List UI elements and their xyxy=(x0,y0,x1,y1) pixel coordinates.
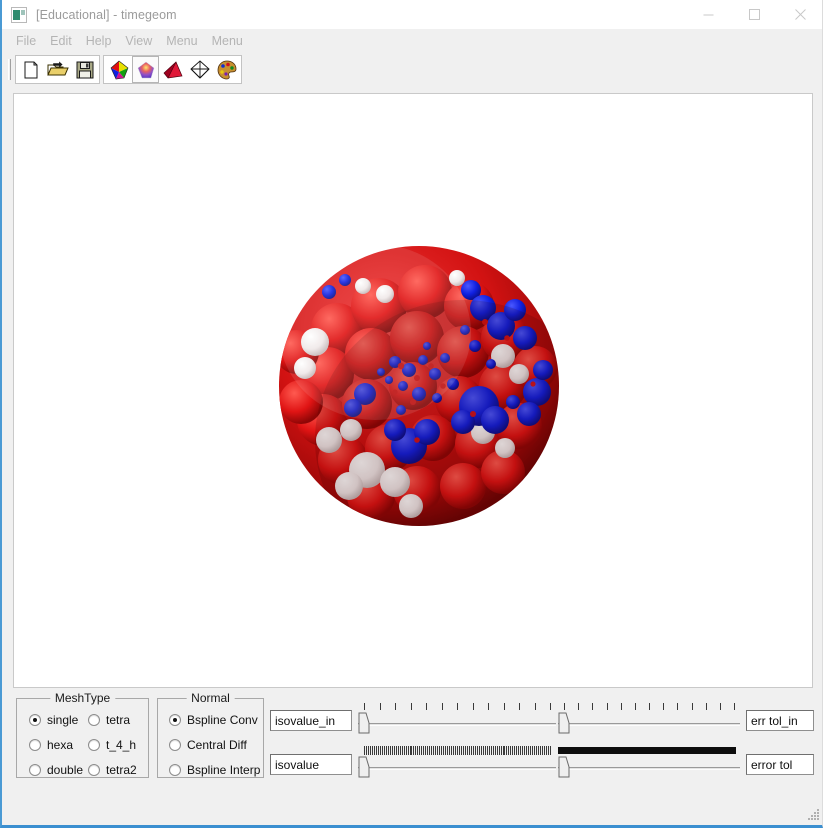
radio-indicator-tetra2 xyxy=(88,764,100,776)
menu-item-file[interactable]: File xyxy=(9,31,43,51)
menu-item-menu-1[interactable]: Menu xyxy=(159,31,204,51)
smooth-shaded-mesh-icon[interactable] xyxy=(132,56,159,83)
slider-track[interactable] xyxy=(358,723,556,726)
close-icon[interactable] xyxy=(777,0,822,29)
title-bar: [Educational] - timegeom xyxy=(2,0,822,29)
radio-indicator-central-diff xyxy=(169,739,181,751)
radio-bspline-interp[interactable]: Bspline Interp xyxy=(169,763,260,777)
radio-t4h[interactable]: t_4_h xyxy=(88,738,136,752)
radio-label-bspline-conv: Bspline Conv xyxy=(187,713,258,727)
radio-indicator-t4h xyxy=(88,739,100,751)
radio-label-double: double xyxy=(47,763,84,777)
toolbar-grip[interactable] xyxy=(8,59,11,80)
toolbar xyxy=(2,53,822,86)
minimize-icon[interactable] xyxy=(685,0,731,29)
app-icon xyxy=(11,6,27,23)
radio-single[interactable]: single xyxy=(29,713,78,727)
radio-double[interactable]: double xyxy=(29,763,83,777)
slider-track[interactable] xyxy=(558,767,740,770)
slider-track[interactable] xyxy=(558,723,740,726)
radio-indicator-double xyxy=(29,764,41,776)
radio-bspline-conv[interactable]: Bspline Conv xyxy=(169,713,258,727)
slider-thumb[interactable] xyxy=(558,756,570,778)
radio-label-central-diff: Central Diff xyxy=(187,738,247,752)
molecular-surface[interactable] xyxy=(267,234,577,544)
radio-hexa[interactable]: hexa xyxy=(29,738,73,752)
slider-track[interactable] xyxy=(358,767,556,770)
isovalue-slider-left[interactable] xyxy=(358,746,556,784)
isovalue-field[interactable]: isovalue xyxy=(270,754,352,775)
normal-group-title: Normal xyxy=(186,691,235,705)
window-title: [Educational] - timegeom xyxy=(36,7,177,22)
radio-indicator-bspline-conv xyxy=(169,714,181,726)
slider-ticks-solid xyxy=(558,747,736,754)
radio-indicator-hexa xyxy=(29,739,41,751)
slider-ticks-dense xyxy=(358,746,556,755)
control-panel: MeshType single tetra hexa t_4_h double xyxy=(2,690,822,825)
toolbar-group-file xyxy=(15,55,100,84)
radio-label-single: single xyxy=(47,713,79,727)
isovalue-in-slider-left[interactable] xyxy=(358,702,556,740)
radio-tetra[interactable]: tetra xyxy=(88,713,130,727)
radio-label-hexa: hexa xyxy=(47,738,74,752)
3d-render-view[interactable] xyxy=(13,93,813,688)
new-file-icon[interactable] xyxy=(17,56,44,83)
menu-item-view[interactable]: View xyxy=(118,31,159,51)
isovalue-in-field[interactable]: isovalue_in xyxy=(270,710,352,731)
radio-label-bspline-interp: Bspline Interp xyxy=(187,763,261,777)
color-palette-icon[interactable] xyxy=(213,56,240,83)
err-tol-in-field[interactable]: err tol_in xyxy=(746,710,814,731)
toolbar-group-render xyxy=(103,55,242,84)
meshtype-group-title: MeshType xyxy=(49,691,116,705)
application-window: [Educational] - timegeom File Edit Help … xyxy=(0,0,823,828)
radio-label-t4h: t_4_h xyxy=(106,738,137,752)
open-folder-icon[interactable] xyxy=(44,56,71,83)
red-pyramid-icon[interactable] xyxy=(159,56,186,83)
radio-tetra2[interactable]: tetra2 xyxy=(88,763,137,777)
radio-central-diff[interactable]: Central Diff xyxy=(169,738,247,752)
meshtype-group: MeshType single tetra hexa t_4_h double xyxy=(16,691,149,778)
save-floppy-icon[interactable] xyxy=(71,56,98,83)
error-tol-slider-right[interactable] xyxy=(558,746,740,784)
radio-label-tetra2: tetra2 xyxy=(106,763,137,777)
radio-indicator-bspline-interp xyxy=(169,764,181,776)
slider-ticks xyxy=(558,702,740,711)
tetra-color-mesh-icon[interactable] xyxy=(105,56,132,83)
menu-bar: File Edit Help View Menu Menu xyxy=(2,29,822,53)
window-controls xyxy=(685,0,822,29)
radio-label-tetra: tetra xyxy=(106,713,131,727)
menu-item-edit[interactable]: Edit xyxy=(43,31,79,51)
resize-grip[interactable] xyxy=(806,807,820,821)
menu-item-menu-2[interactable]: Menu xyxy=(205,31,250,51)
err-tol-in-slider-right[interactable] xyxy=(558,702,740,740)
slider-thumb[interactable] xyxy=(558,712,570,734)
radio-indicator-single xyxy=(29,714,41,726)
maximize-icon[interactable] xyxy=(731,0,777,29)
error-tol-field[interactable]: error tol xyxy=(746,754,814,775)
slider-ticks xyxy=(358,702,556,711)
normal-group: Normal Bspline Conv Central Diff Bspline… xyxy=(157,691,264,778)
menu-item-help[interactable]: Help xyxy=(79,31,119,51)
slider-thumb[interactable] xyxy=(358,712,370,734)
wireframe-octahedron-icon[interactable] xyxy=(186,56,213,83)
slider-thumb[interactable] xyxy=(358,756,370,778)
radio-indicator-tetra xyxy=(88,714,100,726)
